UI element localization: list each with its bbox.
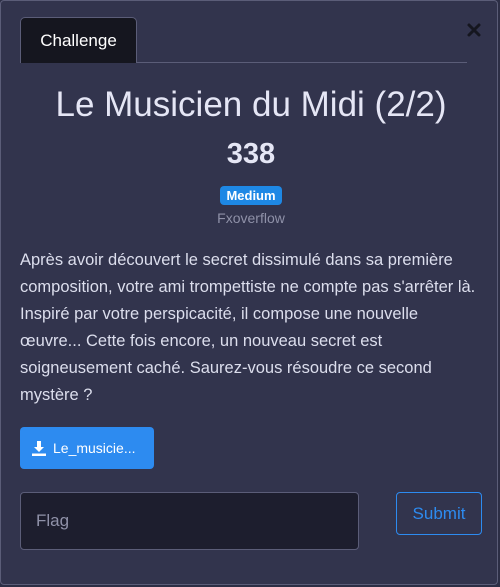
tab-bar: Challenge [20,17,467,63]
challenge-author: Fxoverflow [217,210,285,226]
challenge-title: Le Musicien du Midi (2/2) [55,85,447,124]
difficulty-badge: Medium [220,186,282,205]
challenge-modal: Challenge Le Musicien du Midi (2/2) 338 … [0,0,498,585]
flag-input[interactable] [20,492,359,550]
download-file-button[interactable]: Le_musicie... [20,427,154,469]
submit-button[interactable]: Submit [396,492,482,535]
challenge-description: Après avoir découvert le secret dissimul… [20,251,476,404]
close-icon[interactable] [463,19,485,41]
challenge-points: 338 [226,138,276,170]
download-icon [30,439,48,457]
download-file-label: Le_musicie... [53,440,136,456]
tab-challenge[interactable]: Challenge [20,17,137,63]
